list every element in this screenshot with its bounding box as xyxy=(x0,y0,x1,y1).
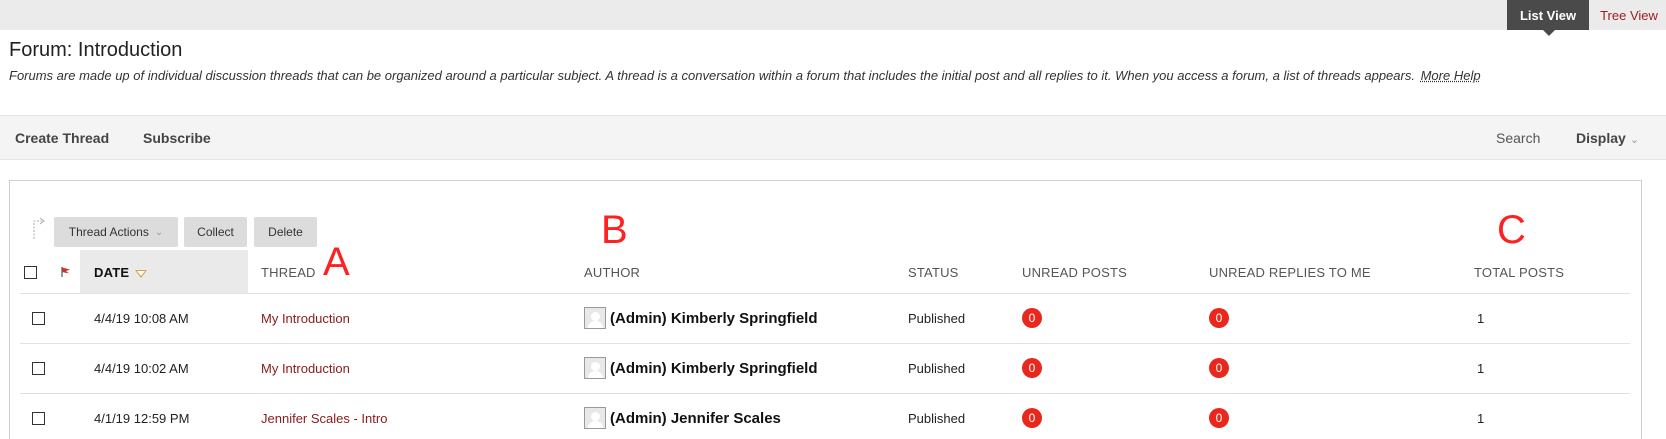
column-total-posts[interactable]: TOTAL POSTS xyxy=(1474,265,1564,280)
column-thread[interactable]: THREAD xyxy=(261,265,316,280)
tab-list-view[interactable]: List View xyxy=(1507,0,1589,36)
thread-actions-label: Thread Actions xyxy=(68,225,149,239)
unread-replies-badge[interactable]: 0 xyxy=(1209,408,1229,428)
annotation-b: B xyxy=(601,208,628,252)
table-row: 4/4/19 10:02 AM My Introduction (Admin) … xyxy=(20,344,1630,394)
top-bar xyxy=(0,0,1666,30)
more-help-link[interactable]: More Help xyxy=(1421,68,1481,83)
date-label: DATE xyxy=(94,265,130,280)
collect-button[interactable]: Collect xyxy=(184,217,247,247)
row-author[interactable]: (Admin) Jennifer Scales xyxy=(584,407,781,429)
thread-actions-button[interactable]: Thread Actions ⌄ xyxy=(54,217,178,247)
author-name: (Admin) Jennifer Scales xyxy=(610,409,781,427)
column-unread-posts[interactable]: UNREAD POSTS xyxy=(1022,265,1127,280)
avatar-icon xyxy=(584,307,606,329)
page-description: Forums are made up of individual discuss… xyxy=(9,68,1481,83)
table-row: 4/4/19 10:08 AM My Introduction (Admin) … xyxy=(20,294,1630,344)
row-date: 4/4/19 10:08 AM xyxy=(94,311,189,326)
row-checkbox[interactable] xyxy=(32,312,45,325)
select-all-checkbox[interactable] xyxy=(24,266,37,279)
row-thread-link[interactable]: Jennifer Scales - Intro xyxy=(261,411,387,426)
subscribe-button[interactable]: Subscribe xyxy=(143,130,211,146)
avatar-icon xyxy=(584,357,606,379)
delete-button[interactable]: Delete xyxy=(254,217,317,247)
flag-icon[interactable] xyxy=(60,266,72,278)
table-header: DATE THREAD AUTHOR STATUS UNREAD POSTS U… xyxy=(20,250,1630,294)
column-author[interactable]: AUTHOR xyxy=(584,265,640,280)
row-author[interactable]: (Admin) Kimberly Springfield xyxy=(584,357,818,379)
avatar-icon xyxy=(584,407,606,429)
row-date: 4/4/19 10:02 AM xyxy=(94,361,189,376)
sort-descending-icon xyxy=(135,269,148,278)
page-title: Forum: Introduction xyxy=(9,39,183,61)
row-thread-link[interactable]: My Introduction xyxy=(261,311,350,326)
column-status[interactable]: STATUS xyxy=(908,265,959,280)
create-thread-button[interactable]: Create Thread xyxy=(15,130,109,146)
row-total-posts: 1 xyxy=(1477,361,1485,376)
row-checkbox[interactable] xyxy=(32,362,45,375)
description-text: Forums are made up of individual discuss… xyxy=(9,68,1415,83)
table-row: 4/1/19 12:59 PM Jennifer Scales - Intro … xyxy=(20,394,1630,439)
row-status: Published xyxy=(908,361,966,376)
annotation-c: C xyxy=(1497,208,1526,252)
row-thread-link[interactable]: My Introduction xyxy=(261,361,350,376)
author-name: (Admin) Kimberly Springfield xyxy=(610,359,818,377)
row-total-posts: 1 xyxy=(1477,311,1485,326)
display-label: Display xyxy=(1576,130,1626,146)
unread-posts-badge[interactable]: 0 xyxy=(1022,358,1042,378)
row-status: Published xyxy=(908,411,966,426)
row-status: Published xyxy=(908,311,966,326)
chevron-down-icon: ⌄ xyxy=(1629,134,1640,146)
author-name: (Admin) Kimberly Springfield xyxy=(610,309,818,327)
search-button[interactable]: Search xyxy=(1496,130,1540,146)
select-arrow-icon xyxy=(33,217,45,239)
action-bar: Create Thread Subscribe Search Display ⌄ xyxy=(0,115,1666,160)
row-total-posts: 1 xyxy=(1477,411,1485,426)
tab-tree-view[interactable]: Tree View xyxy=(1598,0,1660,30)
column-unread-replies[interactable]: UNREAD REPLIES TO ME xyxy=(1209,265,1371,280)
row-date: 4/1/19 12:59 PM xyxy=(94,411,190,426)
row-author[interactable]: (Admin) Kimberly Springfield xyxy=(584,307,818,329)
unread-posts-badge[interactable]: 0 xyxy=(1022,408,1042,428)
column-date[interactable]: DATE xyxy=(94,265,148,280)
unread-replies-badge[interactable]: 0 xyxy=(1209,358,1229,378)
row-checkbox[interactable] xyxy=(32,412,45,425)
unread-posts-badge[interactable]: 0 xyxy=(1022,308,1042,328)
display-menu-button[interactable]: Display ⌄ xyxy=(1576,130,1639,146)
chevron-down-icon: ⌄ xyxy=(154,226,164,238)
unread-replies-badge[interactable]: 0 xyxy=(1209,308,1229,328)
